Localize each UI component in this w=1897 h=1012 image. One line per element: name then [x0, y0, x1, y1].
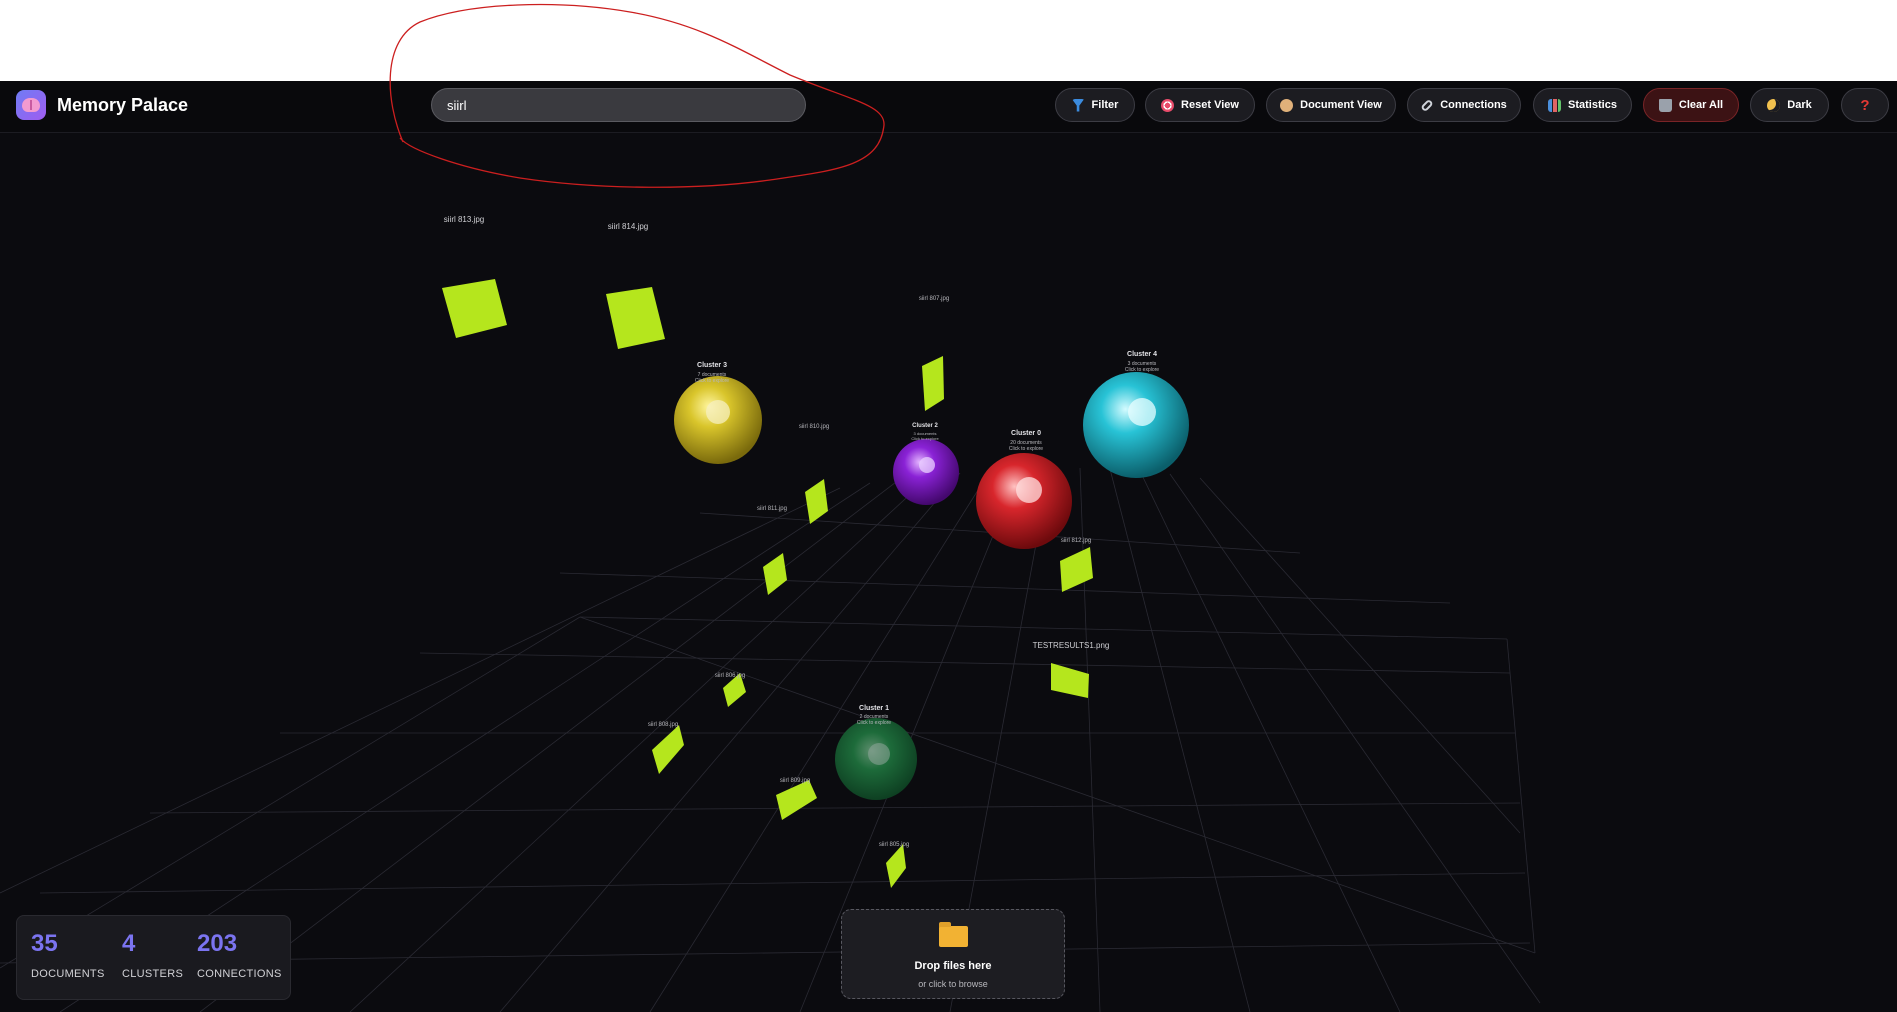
document-plane [442, 279, 507, 338]
theme-toggle-button[interactable]: Dark [1750, 88, 1829, 122]
folder-icon [939, 922, 968, 947]
link-icon [1420, 98, 1434, 112]
document-label: TESTRESULTS1.png [1032, 641, 1110, 650]
reset-view-button[interactable]: Reset View [1145, 88, 1255, 122]
connections-count: 203 [197, 930, 238, 957]
cluster-1-hint: Click to explore [856, 720, 892, 726]
3d-scene[interactable]: siirl 813.jpg siirl 814.jpg siirl 807.jp… [0, 133, 1897, 1012]
connections-button[interactable]: Connections [1407, 88, 1521, 122]
cluster-1-title[interactable]: Cluster 1 [859, 705, 889, 712]
theme-toggle-label: Dark [1787, 99, 1812, 111]
clear-all-button-label: Clear All [1678, 99, 1724, 111]
cluster-4-title[interactable]: Cluster 4 [1127, 351, 1157, 358]
cluster-3-title[interactable]: Cluster 3 [697, 362, 727, 369]
document-plane [1051, 663, 1089, 698]
statistics-button-label: Statistics [1568, 99, 1617, 111]
cluster-2-hint: Click to explore [911, 436, 939, 441]
document-label: siirl 805.jpg [878, 842, 910, 848]
moon-icon [1767, 98, 1781, 112]
cluster-3-hint: Click to explore [694, 378, 730, 384]
cluster-0-hint: Click to explore [1008, 446, 1044, 452]
clusters-count: 4 [122, 930, 136, 957]
document-plane [652, 725, 684, 774]
dropzone-title: Drop files here [914, 960, 992, 972]
filter-icon [1071, 98, 1085, 112]
cluster-2-title[interactable]: Cluster 2 [912, 423, 938, 429]
file-dropzone[interactable]: Drop files here or click to browse [841, 909, 1065, 999]
documents-label: DOCUMENTS [31, 968, 105, 980]
top-bar: Memory Palace Filter Reset View Document… [0, 81, 1897, 133]
document-label: siirl 811.jpg [757, 506, 787, 512]
document-plane [763, 553, 787, 595]
stats-panel: 35 DOCUMENTS 4 CLUSTERS 203 CONNECTIONS [16, 915, 291, 1000]
document-label: siirl 813.jpg [443, 215, 485, 224]
filter-button[interactable]: Filter [1055, 88, 1135, 122]
document-label: siirl 812.jpg [1060, 538, 1092, 544]
document-label: siirl 808.jpg [647, 722, 679, 728]
document-plane [1060, 547, 1093, 592]
document-plane [776, 780, 817, 820]
document-plane [606, 287, 665, 349]
app-window: Memory Palace Filter Reset View Document… [0, 81, 1897, 1012]
stat-clusters: 4 CLUSTERS [122, 930, 183, 980]
target-icon [1161, 98, 1175, 112]
stat-documents: 35 DOCUMENTS [31, 930, 105, 980]
document-view-button-label: Document View [1300, 99, 1382, 111]
brain-icon [22, 98, 40, 112]
chart-icon [1548, 98, 1562, 112]
cluster-0-title[interactable]: Cluster 0 [1011, 430, 1041, 437]
document-label: siirl 810.jpg [798, 424, 830, 430]
clusters-label: CLUSTERS [122, 968, 184, 980]
document-label: siirl 806.jpg [714, 673, 746, 679]
help-button[interactable]: ? [1841, 88, 1889, 122]
stat-connections: 203 CONNECTIONS [197, 930, 282, 980]
document-label: siirl 809.jpg [779, 778, 811, 784]
document-planes [442, 279, 1093, 888]
search-input[interactable] [431, 88, 806, 122]
documents-count: 35 [31, 930, 58, 957]
filter-button-label: Filter [1091, 99, 1119, 111]
connections-button-label: Connections [1440, 99, 1507, 111]
document-label: siirl 814.jpg [607, 222, 649, 231]
app-logo [16, 90, 46, 120]
app-title: Memory Palace [57, 95, 189, 115]
document-plane [805, 479, 828, 524]
reset-view-button-label: Reset View [1181, 99, 1239, 111]
document-label: siirl 807.jpg [918, 296, 950, 302]
help-icon: ? [1860, 96, 1870, 114]
dropzone-subtitle: or click to browse [918, 979, 988, 989]
document-view-button[interactable]: Document View [1266, 88, 1396, 122]
document-plane [922, 356, 944, 411]
cluster-4-sphere [1083, 372, 1189, 478]
cluster-4-hint: Click to explore [1124, 367, 1160, 373]
scene-canvas [0, 279, 1541, 1012]
clear-all-button[interactable]: Clear All [1643, 88, 1739, 122]
connections-label: CONNECTIONS [197, 968, 282, 980]
palette-icon [1280, 98, 1294, 112]
trash-icon [1658, 98, 1672, 112]
statistics-button[interactable]: Statistics [1533, 88, 1632, 122]
